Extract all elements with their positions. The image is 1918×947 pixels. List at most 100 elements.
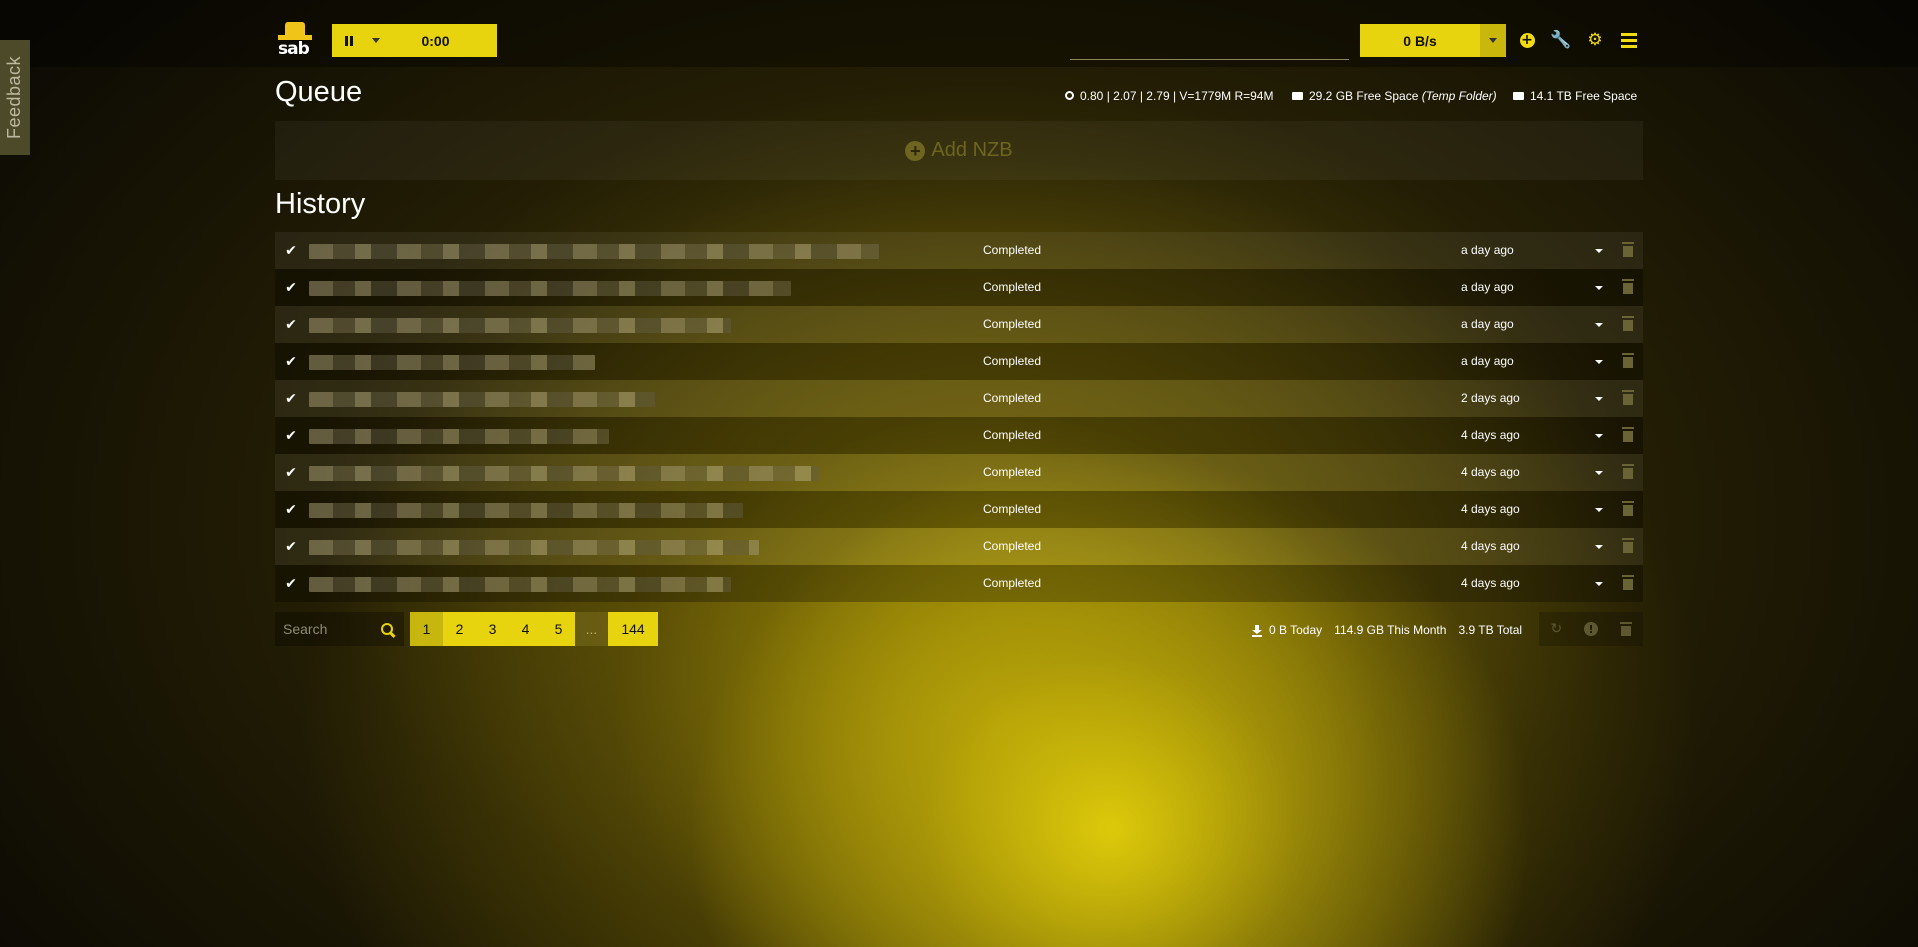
history-actions: ↻ ! — [1539, 612, 1643, 646]
history-item-name-redacted — [309, 355, 595, 370]
table-row[interactable]: ✔ Completed a day ago — [275, 306, 1643, 343]
page-button-2[interactable]: 2 — [443, 612, 476, 646]
row-dropdown-button[interactable] — [1595, 360, 1603, 364]
pause-button[interactable] — [332, 24, 366, 57]
menu-button[interactable] — [1617, 28, 1641, 52]
settings-button[interactable]: ⚙ — [1583, 28, 1607, 52]
table-row[interactable]: ✔ Completed a day ago — [275, 269, 1643, 306]
sab-logo[interactable]: sab — [276, 22, 314, 60]
gear-icon: ⚙ — [1587, 30, 1603, 50]
history-time: 2 days ago — [1461, 391, 1520, 405]
check-icon: ✔ — [285, 538, 297, 555]
temp-folder-label: (Temp Folder) — [1421, 89, 1497, 103]
table-row[interactable]: ✔ Completed a day ago — [275, 232, 1643, 269]
history-time: 4 days ago — [1461, 428, 1520, 442]
stat-today: 0 B Today — [1269, 623, 1323, 637]
check-icon: ✔ — [285, 501, 297, 518]
check-icon: ✔ — [285, 427, 297, 444]
history-item-name-redacted — [309, 540, 759, 555]
delete-button[interactable] — [1622, 279, 1634, 295]
trash-icon — [1622, 501, 1634, 503]
hat-icon — [285, 22, 305, 36]
page-button-last[interactable]: 144 — [608, 612, 658, 646]
row-dropdown-button[interactable] — [1595, 323, 1603, 327]
check-icon: ✔ — [285, 390, 297, 407]
logo-text: sab — [278, 39, 310, 59]
delete-button[interactable] — [1622, 501, 1634, 517]
pause-timer: 0:00 — [421, 32, 450, 49]
delete-button[interactable] — [1622, 427, 1634, 443]
history-status: Completed — [983, 576, 1042, 590]
row-dropdown-button[interactable] — [1595, 249, 1603, 253]
hdd-icon — [1513, 91, 1524, 100]
row-dropdown-button[interactable] — [1595, 471, 1603, 475]
delete-button[interactable] — [1622, 538, 1634, 554]
trash-icon — [1622, 464, 1634, 466]
download-stats: 0 B Today 114.9 GB This Month 3.9 TB Tot… — [1252, 623, 1522, 637]
refresh-button[interactable]: ↻ — [1549, 621, 1563, 637]
delete-button[interactable] — [1622, 575, 1634, 591]
page-button-3[interactable]: 3 — [476, 612, 509, 646]
page-button-1[interactable]: 1 — [410, 612, 443, 646]
history-search-input[interactable] — [275, 613, 375, 645]
history-title: History — [275, 188, 366, 220]
add-button[interactable]: + — [1515, 28, 1539, 52]
speed-dropdown-button[interactable] — [1480, 24, 1506, 57]
search-icon[interactable] — [381, 623, 393, 635]
history-item-name-redacted — [309, 318, 731, 333]
history-status: Completed — [983, 317, 1042, 331]
trash-icon — [1622, 242, 1634, 244]
check-icon: ✔ — [285, 242, 297, 259]
speed-control: 0 B/s — [1360, 24, 1506, 57]
table-row[interactable]: ✔ Completed a day ago — [275, 343, 1643, 380]
feedback-tab[interactable]: Feedback — [0, 40, 30, 155]
page-button-4[interactable]: 4 — [509, 612, 542, 646]
hamburger-line — [1621, 44, 1637, 48]
row-dropdown-button[interactable] — [1595, 545, 1603, 549]
history-status: Completed — [983, 428, 1042, 442]
purge-history-button[interactable] — [1619, 622, 1633, 636]
row-dropdown-button[interactable] — [1595, 434, 1603, 438]
history-time: 4 days ago — [1461, 576, 1520, 590]
queue-title: Queue — [275, 76, 363, 108]
delete-button[interactable] — [1622, 353, 1634, 369]
history-item-name-redacted — [309, 281, 791, 296]
row-dropdown-button[interactable] — [1595, 508, 1603, 512]
history-item-name-redacted — [309, 466, 819, 481]
history-time: a day ago — [1461, 354, 1514, 368]
chevron-down-icon — [1595, 397, 1603, 401]
delete-button[interactable] — [1622, 390, 1634, 406]
chevron-down-icon — [1595, 471, 1603, 475]
row-dropdown-button[interactable] — [1595, 286, 1603, 290]
table-row[interactable]: ✔ Completed 4 days ago — [275, 565, 1643, 602]
top-icon-bar: + 🔧 ⚙ — [1515, 28, 1641, 52]
table-row[interactable]: ✔ Completed 4 days ago — [275, 417, 1643, 454]
speed-limit-button[interactable]: 0 B/s — [1360, 24, 1480, 57]
trash-icon — [1622, 316, 1634, 318]
temp-space-text: 29.2 GB Free Space — [1309, 89, 1419, 103]
history-table: ✔ Completed a day ago ✔ Completed a day … — [275, 232, 1643, 602]
add-nzb-button[interactable]: + Add NZB — [275, 121, 1643, 180]
table-row[interactable]: ✔ Completed 2 days ago — [275, 380, 1643, 417]
history-item-name-redacted — [309, 392, 655, 407]
row-dropdown-button[interactable] — [1595, 582, 1603, 586]
alert-button[interactable]: ! — [1583, 622, 1598, 636]
check-icon: ✔ — [285, 464, 297, 481]
delete-button[interactable] — [1622, 464, 1634, 480]
history-item-name-redacted — [309, 577, 731, 592]
table-row[interactable]: ✔ Completed 4 days ago — [275, 528, 1643, 565]
page-button-5[interactable]: 5 — [542, 612, 575, 646]
queue-search-input[interactable] — [1070, 24, 1349, 60]
pause-dropdown-button[interactable] — [366, 24, 386, 57]
chevron-down-icon — [1595, 582, 1603, 586]
trash-can — [1623, 579, 1633, 590]
wrench-button[interactable]: 🔧 — [1549, 28, 1573, 52]
pause-icon — [345, 35, 353, 46]
row-dropdown-button[interactable] — [1595, 397, 1603, 401]
delete-button[interactable] — [1622, 316, 1634, 332]
delete-button[interactable] — [1622, 242, 1634, 258]
table-row[interactable]: ✔ Completed 4 days ago — [275, 491, 1643, 528]
trash-can — [1623, 357, 1633, 368]
table-row[interactable]: ✔ Completed 4 days ago — [275, 454, 1643, 491]
history-status: Completed — [983, 354, 1042, 368]
